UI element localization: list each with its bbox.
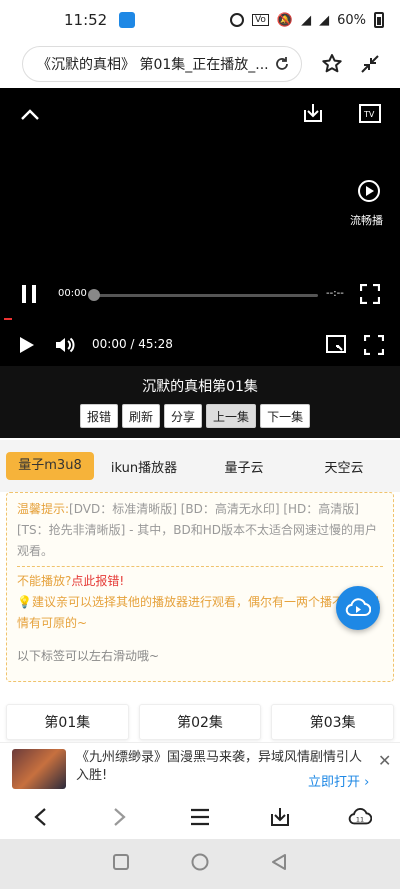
home-icon[interactable] (191, 853, 209, 875)
episode-item[interactable]: 第02集 (138, 704, 262, 740)
problem-prefix: 不能播放? (17, 574, 72, 588)
prev-episode-button[interactable]: 上一集 (206, 404, 257, 428)
notice-head: 温馨提示: (17, 502, 70, 516)
smooth-play-label[interactable]: 流畅播 (350, 212, 383, 228)
video-title: 沉默的真相第01集 (142, 379, 258, 395)
notice-box: 温馨提示:[DVD：标准清晰版] [BD：高清无水印] [HD：高清版] [TS… (6, 492, 394, 682)
video-player[interactable]: TV 流畅播 00:00 --:-- 00:00 / 45:28 (0, 88, 400, 366)
page-title: 《沉默的真相》 第01集_正在播放_... (37, 57, 269, 73)
status-icons: Vo 🔕 ◢ ◢ 60% (229, 12, 384, 28)
notice-tip: 💡建议亲可以选择其他的播放器进行观看，偶尔有一两个播不开也是情有可原的~ (17, 595, 380, 630)
tab-source-4[interactable]: 天空云 (294, 457, 394, 476)
downloads-icon[interactable] (268, 805, 292, 829)
back-icon[interactable] (28, 805, 52, 829)
promo-thumbnail[interactable] (12, 749, 66, 789)
system-back-icon[interactable] (271, 853, 287, 875)
time-display: 00:00 / 45:28 (92, 337, 173, 351)
current-time: 00:00 (58, 288, 87, 299)
play-icon[interactable] (18, 335, 36, 359)
web-fullscreen-icon[interactable] (363, 334, 385, 359)
reload-icon[interactable] (273, 55, 291, 73)
tv-cast-icon[interactable]: TV (358, 102, 382, 128)
notice-body: [DVD：标准清晰版] [BD：高清无水印] [HD：高清版] [TS：抢先非清… (17, 502, 378, 558)
recents-icon[interactable] (113, 854, 129, 874)
menu-icon[interactable] (188, 805, 212, 829)
notice-problem: 不能播放?点此报错! (17, 571, 383, 592)
close-icon[interactable]: ✕ (378, 751, 391, 770)
episode-list: 第01集 第02集 第03集 (6, 704, 395, 740)
tab-count-badge: 11 (356, 816, 364, 824)
report-link[interactable]: 点此报错! (71, 574, 124, 588)
progress-track[interactable] (92, 294, 318, 297)
share-button[interactable]: 分享 (164, 404, 203, 428)
exit-fullscreen-icon[interactable] (358, 52, 382, 76)
volte-icon: Vo (251, 14, 269, 26)
svg-text:TV: TV (363, 110, 375, 119)
progress-knob[interactable] (88, 289, 100, 301)
battery-text: 60% (337, 12, 366, 28)
forward-icon[interactable] (108, 805, 132, 829)
notice-divider (17, 566, 383, 567)
episode-item[interactable]: 第03集 (271, 704, 395, 740)
next-episode-button[interactable]: 下一集 (260, 404, 311, 428)
remaining-time: --:-- (326, 288, 344, 299)
browser-toolbar: 11 (0, 795, 400, 839)
mute-icon: 🔕 (276, 12, 294, 28)
battery-icon (374, 12, 384, 28)
promo-banner[interactable]: 《九州缥缈录》国漫黑马来袭，异域风情剧情引人入胜! 立即打开 › ✕ (0, 742, 400, 794)
status-bar: 11:52 Vo 🔕 ◢ ◢ 60% (0, 0, 400, 40)
alarm-icon (229, 13, 244, 27)
open-now-link[interactable]: 立即打开 › (308, 771, 369, 790)
cloud-play-fab[interactable] (336, 586, 380, 630)
pause-icon[interactable] (20, 284, 38, 308)
video-action-buttons: 报错 刷新 分享 上一集 下一集 (80, 404, 311, 428)
episode-item[interactable]: 第01集 (6, 704, 129, 740)
refresh-button[interactable]: 刷新 (122, 404, 161, 428)
address-field[interactable]: 《沉默的真相》 第01集_正在播放_... (22, 46, 302, 82)
signal-icon: ◢ (319, 12, 330, 28)
report-button[interactable]: 报错 (80, 404, 119, 428)
tab-source-1[interactable]: 量子m3u8 (6, 452, 94, 480)
cloud-tabs-icon[interactable]: 11 (348, 805, 372, 829)
bookmark-star-icon[interactable] (320, 52, 344, 76)
collapse-chevron-up-icon[interactable] (20, 106, 40, 125)
browser-url-bar: 《沉默的真相》 第01集_正在播放_... (0, 40, 400, 88)
smooth-play-icon[interactable] (356, 178, 382, 208)
tab-source-2[interactable]: ikun播放器 (94, 457, 194, 476)
fullscreen-icon[interactable] (359, 283, 381, 308)
app-notification-icon (119, 12, 136, 28)
notice-quality-text: 温馨提示:[DVD：标准清晰版] [BD：高清无水印] [HD：高清版] [TS… (17, 499, 383, 562)
volume-icon[interactable] (54, 335, 76, 359)
status-time: 11:52 (64, 11, 108, 29)
buffer-marker (4, 318, 12, 320)
source-tabs: 量子m3u8 ikun播放器 量子云 天空云 (0, 440, 400, 492)
picture-in-picture-icon[interactable] (326, 335, 346, 357)
system-nav-bar (0, 839, 400, 889)
wifi-icon: ◢ (301, 12, 312, 28)
download-icon[interactable] (302, 102, 324, 128)
scroll-hint: 以下标签可以左右滑动哦~ (17, 649, 160, 663)
tab-source-3[interactable]: 量子云 (194, 457, 294, 476)
